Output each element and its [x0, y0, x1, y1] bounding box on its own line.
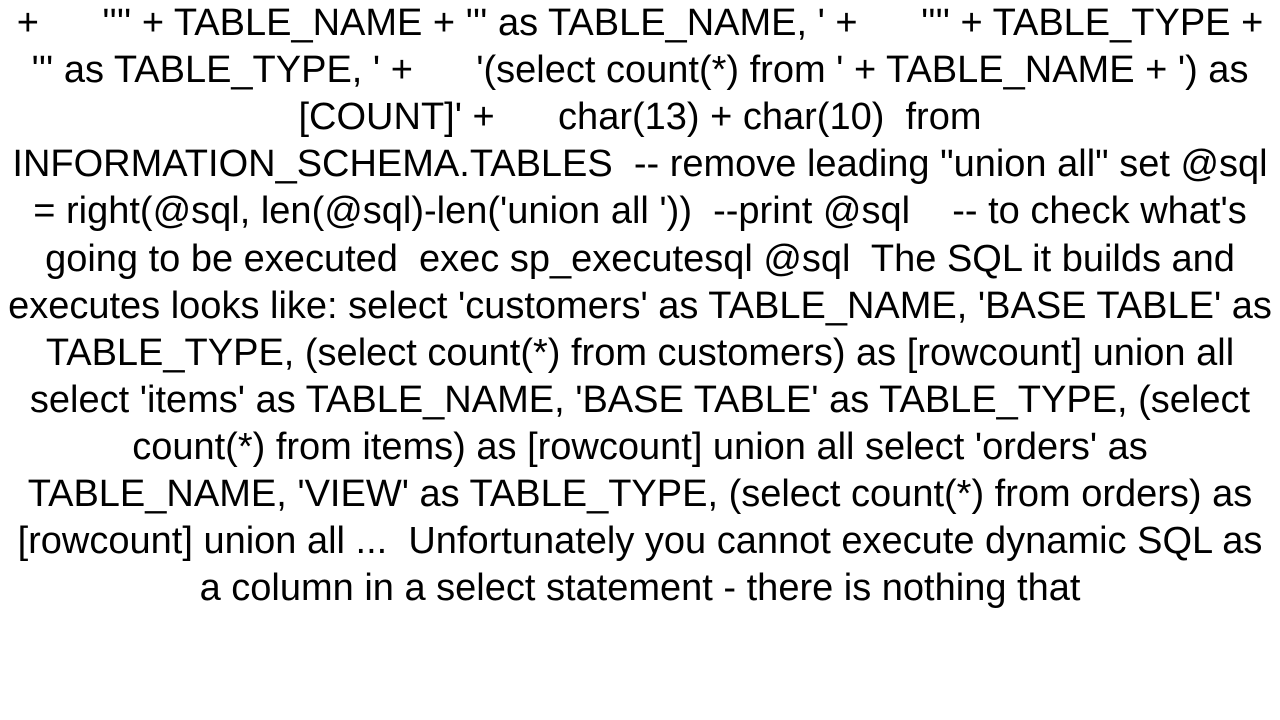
body-text: + '''' + TABLE_NAME + ''' as TABLE_NAME,… — [8, 0, 1272, 612]
document-body: + '''' + TABLE_NAME + ''' as TABLE_NAME,… — [0, 0, 1280, 720]
